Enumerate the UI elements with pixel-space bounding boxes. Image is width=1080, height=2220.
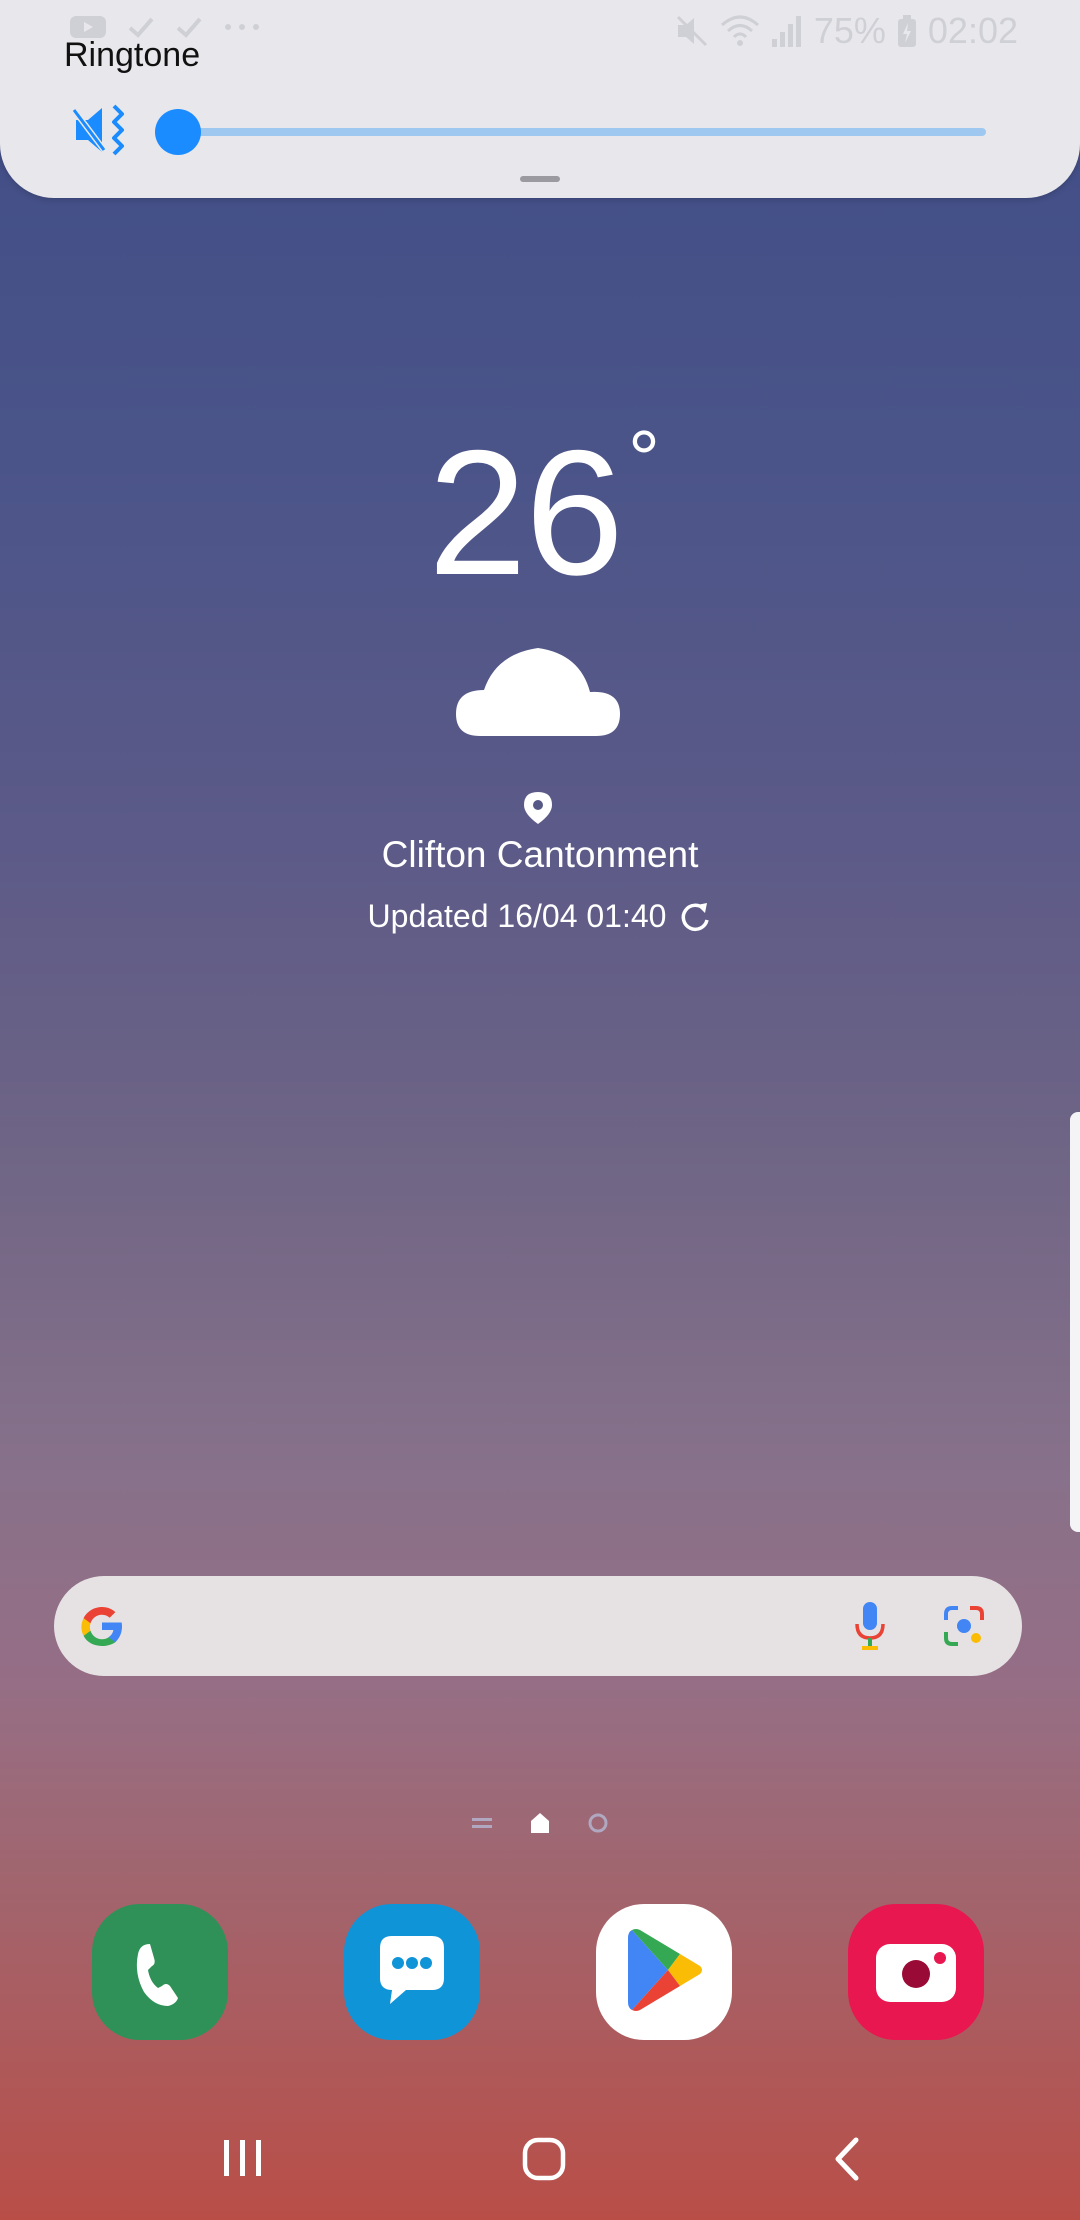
home-button[interactable] [508,2124,578,2194]
wifi-icon [720,15,759,46]
play-store-icon [628,1929,702,2011]
panel-expand-handle[interactable] [520,176,560,182]
lens-icon[interactable] [942,1604,986,1648]
vibrate-icon [676,15,707,47]
recents-icon [224,2140,261,2176]
more-dots-icon [225,24,259,30]
degree-symbol: ° [628,414,660,503]
weather-location[interactable]: Clifton Cantonment [0,834,1080,876]
location-pin-icon [524,792,552,824]
messages-icon [380,1936,444,2004]
phone-icon [136,1944,178,2006]
weather-updated-row: Updated 16/04 01:40 [0,898,1080,935]
volume-slider-track[interactable] [178,128,986,136]
google-logo-icon [81,1607,122,1646]
recents-button[interactable] [208,2124,278,2194]
battery-percent: 75% [813,10,886,51]
cloud-icon [456,648,620,736]
check-icon [176,17,202,38]
signal-icon [771,16,801,47]
volume-slider-thumb[interactable] [155,109,201,155]
vibrate-mute-icon[interactable] [72,100,136,160]
edge-panel-handle[interactable] [1070,1112,1080,1532]
status-bar: 75% 02:02 [0,0,1080,64]
battery-icon [897,15,916,47]
google-search-bar[interactable] [54,1576,1022,1676]
messages-app[interactable] [344,1904,480,2040]
weather-updated-text: Updated 16/04 01:40 [367,898,667,934]
youtube-notification-icon [70,16,106,38]
home-icon [522,2137,566,2181]
mic-icon[interactable] [852,1600,888,1652]
notification-icons [68,12,262,42]
system-status: 75% 02:02 [674,10,1018,52]
phone-app[interactable] [92,1904,228,2040]
camera-app[interactable] [848,1904,984,2040]
page-indicator[interactable] [470,1808,610,1838]
weather-temperature[interactable]: 26° [0,410,1080,615]
list-page-icon[interactable] [470,1813,494,1833]
temperature-value: 26 [428,413,624,612]
camera-icon [876,1944,956,2002]
clock: 02:02 [927,10,1018,51]
back-icon [835,2137,859,2181]
home-page-icon[interactable] [528,1811,552,1835]
check-icon [128,17,154,38]
play-store-app[interactable] [596,1904,732,2040]
refresh-icon[interactable] [678,900,712,934]
back-button[interactable] [812,2124,882,2194]
page-dot-icon[interactable] [586,1811,610,1835]
